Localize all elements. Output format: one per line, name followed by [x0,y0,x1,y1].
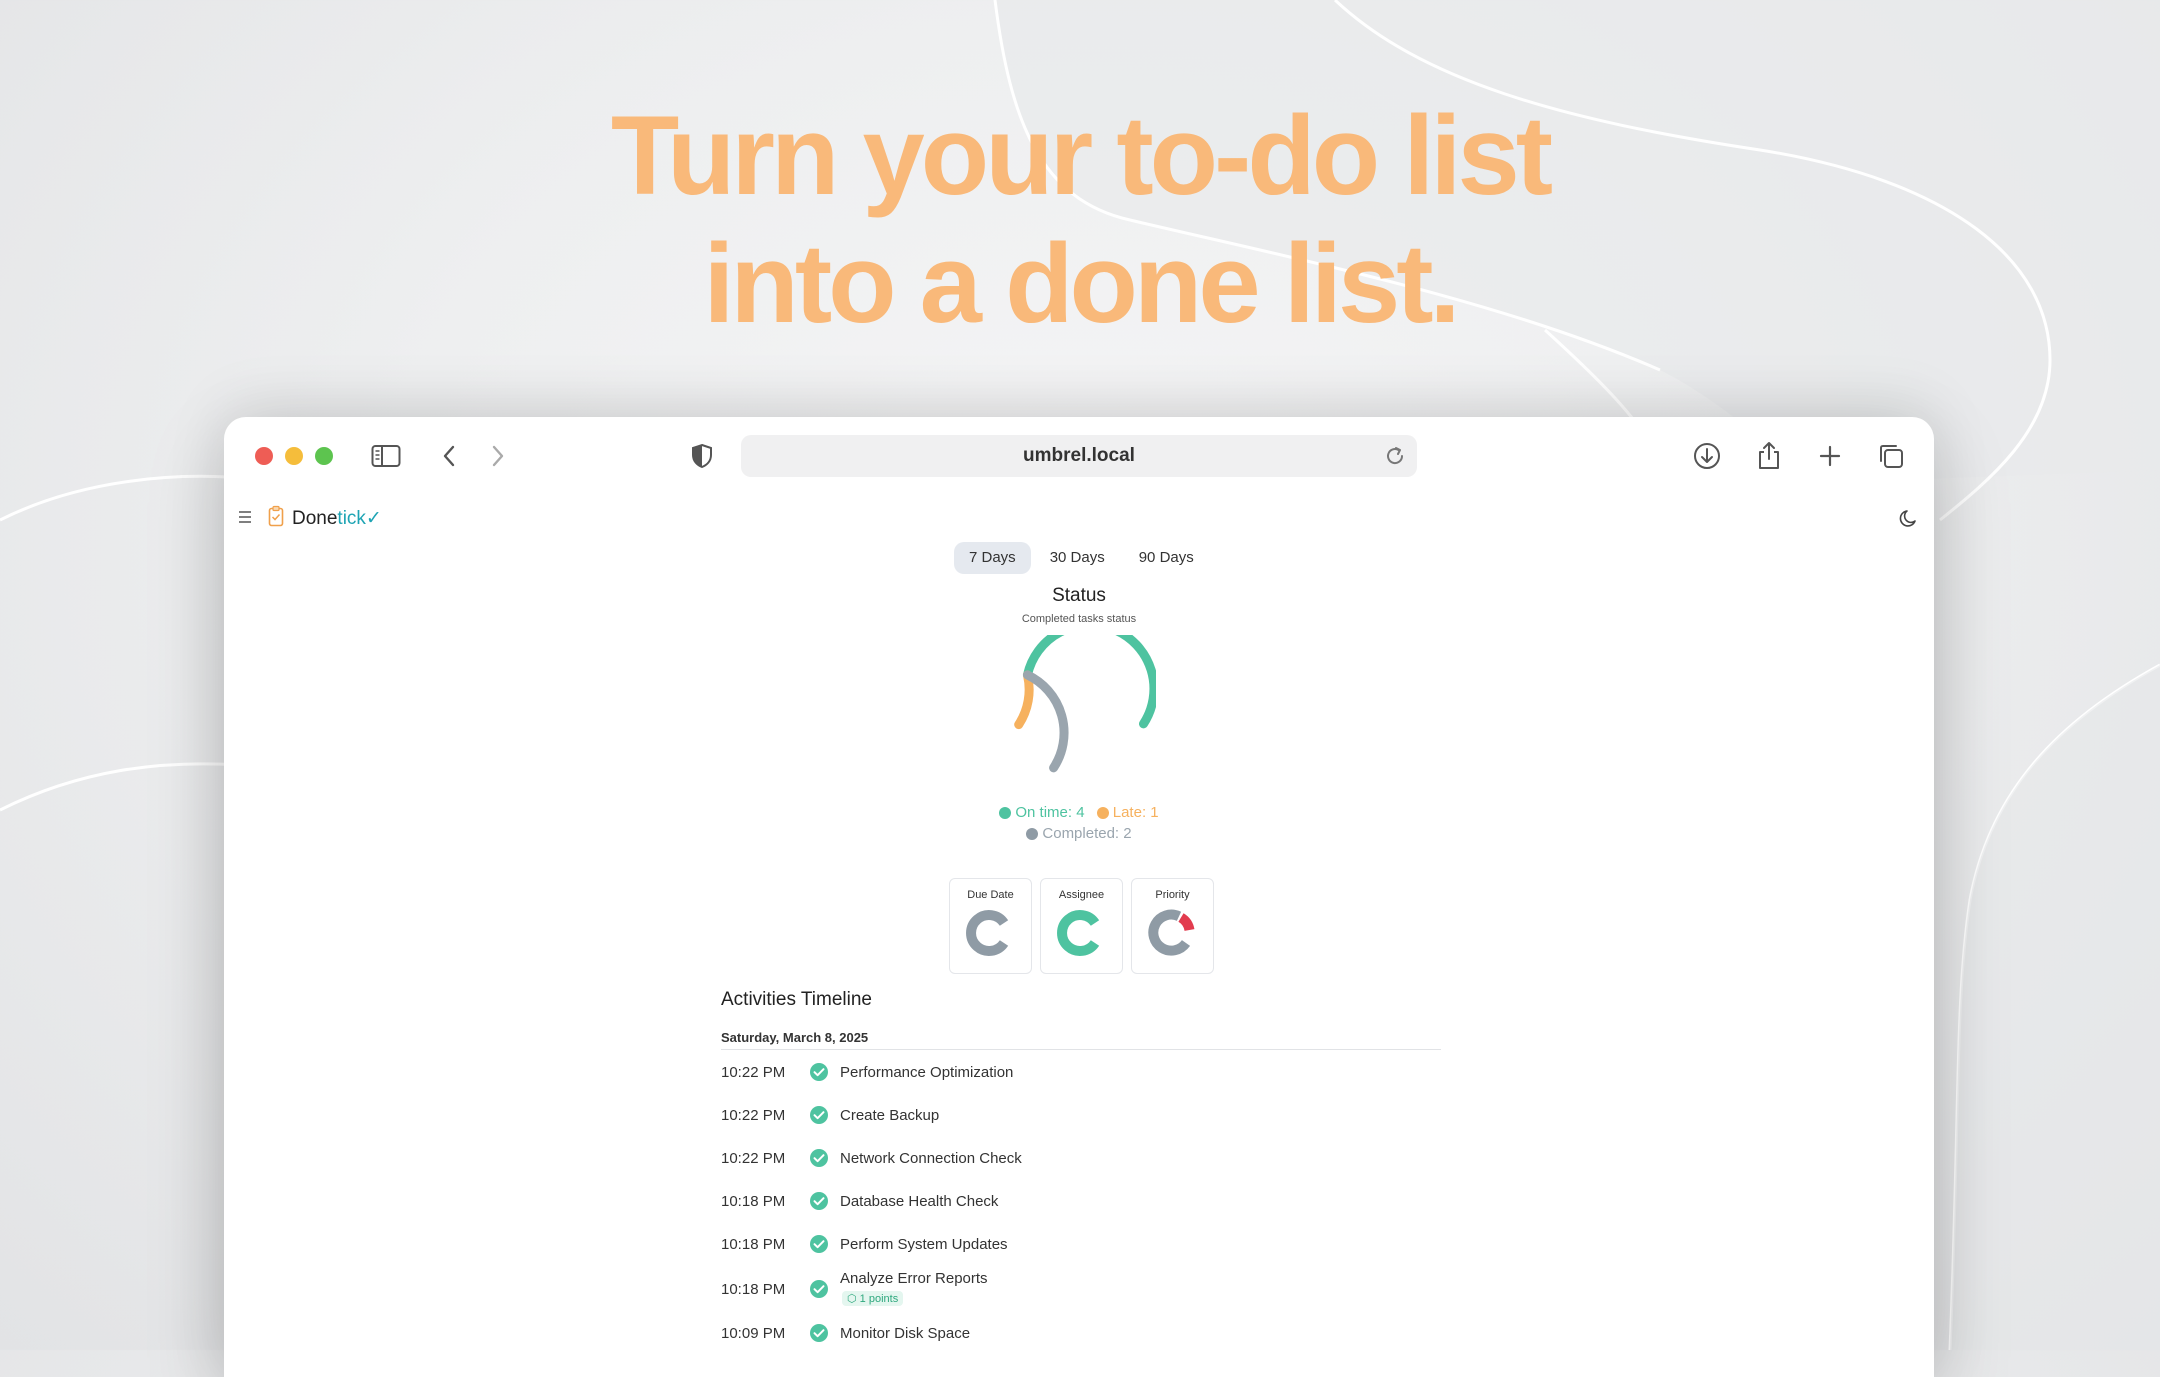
status-title: Status [1052,585,1106,606]
legend-completed-label: Completed: 2 [1042,825,1132,842]
timeline-row[interactable]: 10:18 PM Database Health Check [721,1189,1441,1219]
maximize-window-button[interactable] [315,447,333,465]
check-circle-icon [810,1063,828,1081]
tabs-overview-icon[interactable] [1874,439,1908,473]
timeline-time: 10:22 PM [721,1107,786,1124]
timeline-task-name: Monitor Disk Space [840,1325,971,1342]
check-circle-icon [810,1149,828,1167]
donut-slice-late[interactable] [1014,670,1034,730]
reload-icon[interactable] [1383,444,1407,468]
priority-ring [1148,909,1195,956]
tab-7-days[interactable]: 7 Days [954,542,1031,574]
legend-on-time-dot [999,806,1012,819]
tab-90-days[interactable]: 90 Days [1124,542,1209,574]
check-circle-icon [810,1280,828,1298]
share-icon[interactable] [1752,439,1786,473]
timeline-time: 10:18 PM [721,1236,786,1253]
sidebar-icon[interactable] [369,439,403,473]
legend-completed-dot [1026,827,1039,840]
timeline-time: 10:22 PM [721,1150,786,1167]
headline-line-1: Turn your to-do list [610,93,1553,218]
timeline-row[interactable]: 10:18 PM Analyze Error Reports ⬡ 1 point… [721,1270,1441,1307]
timeline-task-name: Performance Optimization [840,1064,1014,1081]
due-date-card[interactable]: Due Date [949,878,1032,974]
timeline-row[interactable]: 10:22 PM Create Backup [721,1103,1441,1133]
timeline-task-name: Analyze Error Reports [840,1270,988,1287]
assignee-card-label: Assignee [1058,889,1105,901]
legend-late[interactable]: Late: 1 [1096,804,1159,821]
status-legend-row-1: On time: 4 Late: 1 [224,804,1934,823]
check-circle-icon [810,1324,828,1342]
timeline-task-name: Network Connection Check [840,1150,1022,1167]
close-window-button[interactable] [255,447,273,465]
app-brand[interactable]: Donetick✓ [292,507,382,530]
check-circle-icon [810,1192,828,1210]
timeline-row[interactable]: 10:09 PM Monitor Disk Space [721,1321,1441,1351]
minimize-window-button[interactable] [285,447,303,465]
forward-icon[interactable] [481,439,515,473]
timeline-task-name: Create Backup [840,1107,940,1124]
headline-line-2: into a done list. [703,221,1460,346]
headline: Turn your to-do list into a done list. [0,92,2160,348]
legend-late-label: Late: 1 [1112,804,1159,821]
range-tabs: 7 Days 30 Days 90 Days [954,542,1209,574]
timeline-title: Activities Timeline [721,989,872,1010]
app-header: Donetick✓ [224,495,1934,543]
timeline-time: 10:09 PM [721,1325,786,1342]
brand-check-icon: ✓ [365,508,382,529]
priority-card[interactable]: Priority [1131,878,1214,974]
brand-main: Done [292,508,338,529]
status-subtitle: Completed tasks status [1021,613,1137,625]
legend-on-time-label: On time: 4 [1015,804,1085,821]
new-tab-icon[interactable] [1813,439,1847,473]
legend-on-time[interactable]: On time: 4 [999,804,1085,821]
timeline-task-name: Database Health Check [840,1193,999,1210]
timeline-row[interactable]: 10:22 PM Network Connection Check [721,1146,1441,1176]
shield-icon[interactable] [685,439,719,473]
legend-completed[interactable]: Completed: 2 [1026,825,1132,842]
browser-toolbar: umbrel.local [224,417,1934,495]
brand-accent: tick [337,508,366,529]
moon-icon[interactable] [1898,507,1920,529]
timeline-time: 10:18 PM [721,1193,786,1210]
tab-30-days[interactable]: 30 Days [1035,542,1120,574]
due-date-card-label: Due Date [967,889,1014,901]
hamburger-menu-icon[interactable] [237,507,253,527]
legend-late-dot [1096,806,1109,819]
clipboard-logo-icon [268,505,284,527]
points-badge: ⬡ 1 points [842,1291,904,1306]
browser-window: umbrel.local Donetick✓ 7 Days 30 Days 90… [224,417,1934,1377]
priority-card-label: Priority [1155,889,1190,901]
timeline-time: 10:22 PM [721,1064,786,1081]
timeline-time: 10:18 PM [721,1281,786,1298]
donut-slice-on-time[interactable] [1022,635,1156,729]
check-circle-icon [810,1106,828,1124]
assignee-card[interactable]: Assignee [1040,878,1123,974]
points-badge-label: 1 points [859,1293,899,1305]
summary-cards: Due Date Assignee Priority [949,878,1214,974]
status-legend-row-2: Completed: 2 [224,825,1934,844]
status-donut-chart [1014,635,1156,773]
address-bar[interactable]: umbrel.local [741,435,1417,477]
url-text: umbrel.local [1023,445,1135,466]
assignee-ring [1057,910,1100,956]
timeline-divider [721,1049,1441,1050]
points-badge-icon: ⬡ [847,1293,860,1305]
back-icon[interactable] [432,439,466,473]
timeline-row[interactable]: 10:22 PM Performance Optimization [721,1060,1441,1090]
timeline-task-name: Perform System Updates [840,1236,1008,1253]
timeline-date: Saturday, March 8, 2025 [721,1030,869,1045]
check-circle-icon [810,1235,828,1253]
due-date-ring [966,910,1009,956]
timeline-row[interactable]: 10:18 PM Perform System Updates [721,1232,1441,1262]
download-icon[interactable] [1690,439,1724,473]
